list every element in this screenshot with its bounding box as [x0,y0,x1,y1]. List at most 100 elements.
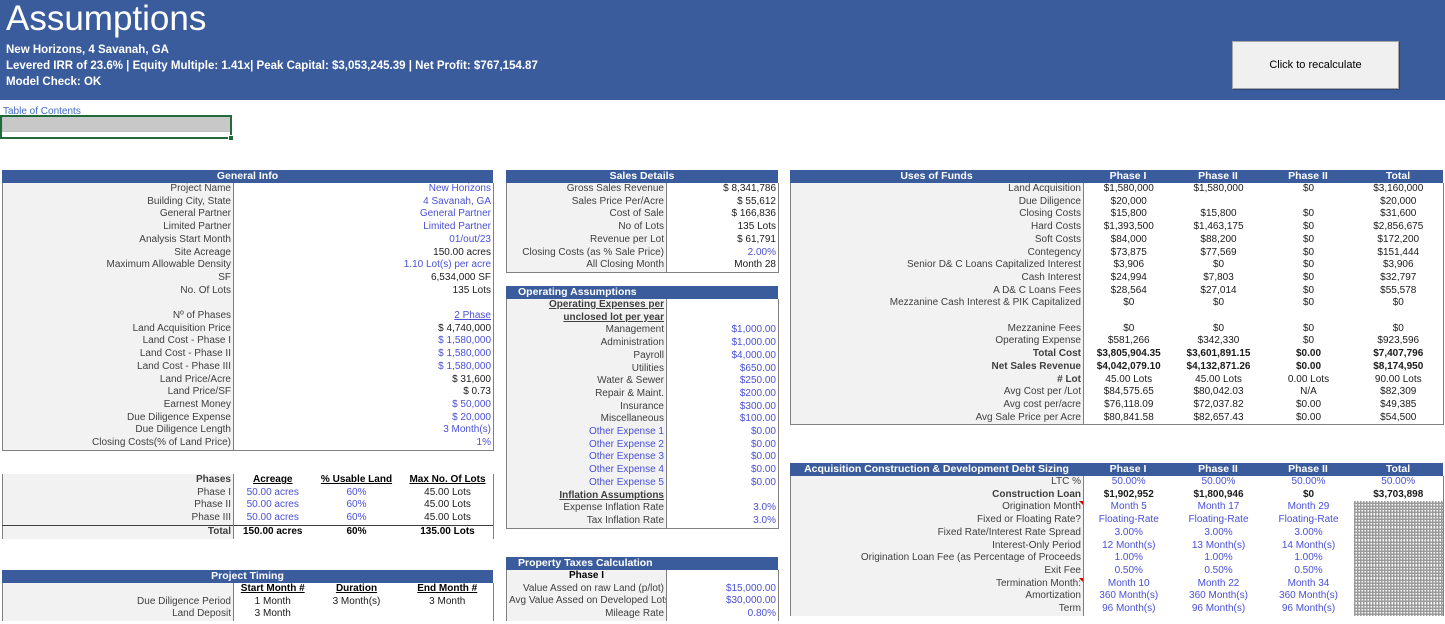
row-label: Land Acquisition [791,183,1084,196]
empty-cell [667,312,779,325]
row-value[interactable]: 3.0% [667,515,779,528]
row-value[interactable]: $100.00 [667,413,779,426]
project-timing-block: Project Timing Start Month #DurationEnd … [2,570,493,621]
row-value[interactable]: $ 166,836 [667,208,779,221]
row-value[interactable]: $650.00 [667,363,779,376]
row-value[interactable]: 0.80% [667,608,779,621]
timing-value-0[interactable]: 1 Month [234,596,312,609]
row-value[interactable]: 01/out/23 [234,234,494,247]
row-label: Operating Expense [791,335,1084,348]
row-value[interactable]: 150.00 acres [234,247,494,260]
row-value[interactable]: $0.00 [667,477,779,490]
row-value[interactable]: $250.00 [667,375,779,388]
acreage-value[interactable]: 50.00 acres [234,499,312,512]
row-value[interactable]: $ 55,612 [667,196,779,209]
row-value[interactable]: $ 61,791 [667,234,779,247]
phases-corner-label: Phases [3,474,234,487]
row-value[interactable]: $ 31,600 [234,374,494,387]
row-value[interactable]: $15,000.00 [667,583,779,596]
uses-cell-1: $88,200 [1174,234,1264,247]
row-value[interactable]: $1,000.00 [667,337,779,350]
uses-cell-0: $84,000 [1084,234,1174,247]
max-lots-value: 45.00 Lots [402,512,494,525]
row-value[interactable]: $4,000.00 [667,350,779,363]
row-value[interactable]: $ 0.73 [234,386,494,399]
row-value[interactable]: $ 8,341,786 [667,183,779,196]
row-label: Mezzanine Cash Interest & PIK Capitalize… [791,297,1084,310]
row-label[interactable]: Other Expense 3 [507,451,667,464]
row-label: Limited Partner [3,221,234,234]
row-value[interactable]: $ 4,740,000 [234,323,494,336]
row-label[interactable]: Other Expense 5 [507,477,667,490]
row-value[interactable]: 2.00% [667,247,779,260]
row-label: Land Cost - Phase II [3,348,234,361]
row-value[interactable]: $0.00 [667,464,779,477]
metrics-summary: Levered IRR of 23.6% | Equity Multiple: … [6,59,538,73]
usable-land-value[interactable]: 60% [312,487,402,500]
row-value[interactable]: 6,534,000 SF [234,272,494,285]
selection-fill-handle[interactable] [228,135,234,141]
sales-details-row: All Closing MonthMonth 28 [507,259,779,272]
row-value[interactable]: $1,000.00 [667,324,779,337]
row-label: Closing Costs(% of Land Price) [3,437,234,450]
row-label[interactable]: Other Expense 1 [507,426,667,439]
acreage-value[interactable]: 50.00 acres [234,487,312,500]
operating-expense-row: Other Expense 2$0.00 [507,439,779,452]
row-value[interactable]: 3 Month(s) [234,424,494,437]
row-value[interactable]: $ 20,000 [234,412,494,425]
uses-cell-2: $0 [1264,247,1354,260]
acreage-value[interactable]: 50.00 acres [234,512,312,525]
uses-cell-3: $8,174,950 [1354,361,1444,374]
uses-cell-2: $0.00 [1264,412,1354,425]
model-check-status: Model Check: OK [6,75,101,89]
row-value[interactable]: $30,000.00 [667,595,779,608]
row-value[interactable]: 135 Lots [667,221,779,234]
row-value[interactable] [234,297,494,310]
row-value[interactable]: General Partner [234,208,494,221]
row-label: Land Acquisition Price [3,323,234,336]
timing-value-1[interactable] [312,608,402,621]
row-value[interactable]: $0.00 [667,439,779,452]
timing-value-1[interactable]: 3 Month(s) [312,596,402,609]
uses-cell-3: $2,856,675 [1354,221,1444,234]
row-value[interactable]: $ 50,000 [234,399,494,412]
debt-sizing-row: Term96 Month(s)96 Month(s)96 Month(s) [791,603,1444,616]
recalculate-button[interactable]: Click to recalculate [1232,41,1399,89]
row-value[interactable]: $ 1,580,000 [234,348,494,361]
row-value[interactable]: $0.00 [667,451,779,464]
row-value[interactable]: 3.0% [667,502,779,515]
uses-of-funds-title: Uses of Funds [790,170,1083,183]
row-label[interactable]: Other Expense 2 [507,439,667,452]
row-value[interactable]: Month 28 [667,259,779,272]
selection-range[interactable] [0,115,232,139]
debt-sizing-row: Exit Fee0.50%0.50%0.50% [791,565,1444,578]
timing-value-2[interactable]: 3 Month [402,596,494,609]
row-label: Building City, State [3,196,234,209]
row-value[interactable]: Limited Partner [234,221,494,234]
row-value[interactable]: 1.10 Lot(s) per acre [234,259,494,272]
empty-cell [667,299,779,312]
debt-cell-1: 50.00% [1174,476,1264,489]
uses-cell-1: $0 [1174,323,1264,336]
row-value[interactable]: $ 1,580,000 [234,361,494,374]
row-value[interactable]: 1% [234,437,494,450]
property-taxes-phase-row: Phase I [507,570,779,583]
row-value[interactable]: $200.00 [667,388,779,401]
property-taxes-row: Value Assed on raw Land (p/lot)$15,000.0… [507,583,779,596]
row-label[interactable]: Other Expense 4 [507,464,667,477]
uses-cell-3: $32,797 [1354,272,1444,285]
row-label: Project Name [3,183,234,196]
row-value[interactable]: 4 Savanah, GA [234,196,494,209]
row-value[interactable]: 2 Phase [234,310,494,323]
timing-value-0[interactable]: 3 Month [234,608,312,621]
usable-land-value[interactable]: 60% [312,499,402,512]
row-value[interactable]: $ 1,580,000 [234,335,494,348]
row-label: Analysis Start Month [3,234,234,247]
row-value[interactable]: $300.00 [667,401,779,414]
row-value[interactable]: $0.00 [667,426,779,439]
row-value[interactable]: 135 Lots [234,285,494,298]
debt-cell-0: $1,902,952 [1084,489,1174,502]
usable-land-value[interactable]: 60% [312,512,402,525]
timing-value-2[interactable] [402,608,494,621]
row-value[interactable]: New Horizons [234,183,494,196]
